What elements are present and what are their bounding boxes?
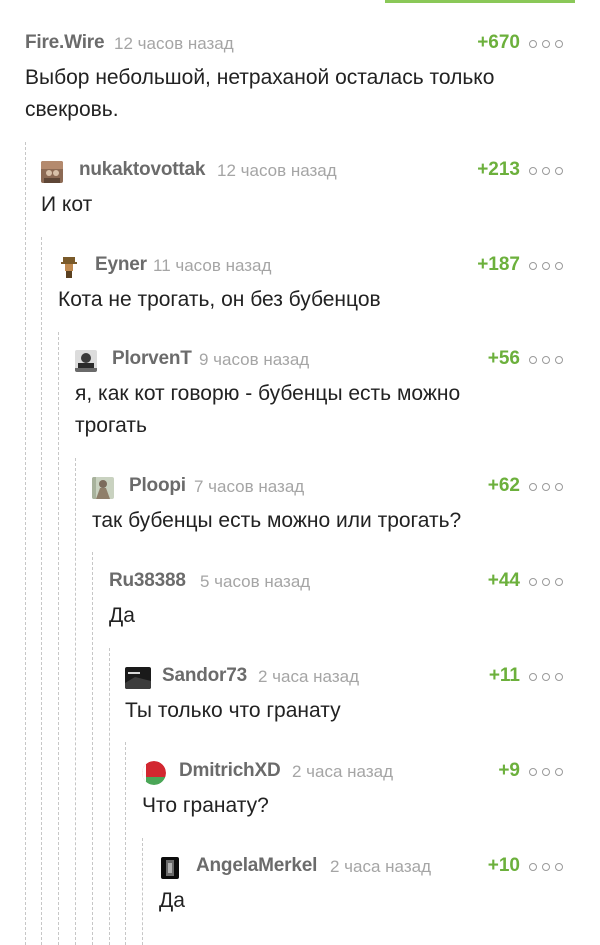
belarus-flag-icon: [142, 761, 166, 785]
author-name[interactable]: DmitrichXD: [179, 760, 281, 782]
comment: nukaktovottak 12 часов назад +213 И кот: [0, 159, 600, 229]
author-name[interactable]: Ru38388: [109, 570, 186, 592]
comment-text: Ты только что гранату: [125, 699, 341, 722]
comment-time[interactable]: 11 часов назад: [153, 256, 271, 276]
avatar[interactable]: [161, 857, 179, 879]
comment-rating: +56: [487, 348, 520, 369]
comment-rating: +62: [487, 475, 520, 496]
comment: AngelaMerkel 2 часа назад +10 Да: [0, 855, 600, 925]
avatar-image: [58, 256, 80, 278]
more-options-icon[interactable]: [529, 578, 563, 588]
comment-rating: +10: [487, 855, 520, 876]
active-tab-indicator: [385, 0, 575, 3]
comment-time[interactable]: 12 часов назад: [114, 34, 234, 54]
avatar[interactable]: [92, 477, 114, 499]
comment-text: Кота не трогать, он без бубенцов: [58, 288, 381, 311]
comment-rating: +11: [488, 665, 520, 686]
comment-time[interactable]: 9 часов назад: [199, 350, 309, 370]
comment-text: Да: [159, 889, 185, 912]
comment-header: Sandor73 2 часа назад +11: [0, 665, 600, 691]
comment: Fire.Wire 12 часов назад +670 Выбор небо…: [0, 32, 600, 132]
comment: Ru38388 5 часов назад +44 Да: [0, 570, 600, 640]
comment-text: Что гранату?: [142, 794, 269, 817]
comment-rating: +44: [487, 570, 520, 591]
comment-header: Eyner 11 часов назад +187: [0, 254, 600, 280]
avatar[interactable]: [41, 161, 63, 183]
comment-text: я, как кот говорю - бубенцы есть можно т…: [75, 382, 461, 437]
author-name[interactable]: PlorvenT: [112, 348, 192, 370]
avatar[interactable]: [142, 761, 166, 785]
author-name[interactable]: Eyner: [95, 254, 147, 276]
avatar[interactable]: [125, 667, 151, 689]
avatar[interactable]: [75, 350, 97, 372]
comment-rating: +187: [477, 254, 520, 275]
more-options-icon[interactable]: [529, 356, 563, 366]
comment-header: Ploopi 7 часов назад +62: [0, 475, 600, 501]
comment-time[interactable]: 2 часа назад: [258, 667, 359, 687]
avatar-image: [161, 857, 179, 879]
comment-time[interactable]: 12 часов назад: [217, 161, 337, 181]
author-name[interactable]: Ploopi: [129, 475, 186, 497]
more-options-icon[interactable]: [529, 40, 563, 50]
comment-header: Fire.Wire 12 часов назад +670: [0, 32, 600, 58]
avatar-image: [41, 161, 63, 183]
author-name[interactable]: nukaktovottak: [79, 159, 205, 181]
comment: Sandor73 2 часа назад +11 Ты только что …: [0, 665, 600, 735]
author-name[interactable]: Fire.Wire: [25, 32, 105, 54]
comment-header: AngelaMerkel 2 часа назад +10: [0, 855, 600, 881]
more-options-icon[interactable]: [529, 262, 563, 272]
comment-text: Да: [109, 604, 135, 627]
comment-rating: +9: [498, 760, 520, 781]
comment-time[interactable]: 5 часов назад: [200, 572, 310, 592]
comment-rating: +213: [477, 159, 520, 180]
comment-time[interactable]: 2 часа назад: [292, 762, 393, 782]
avatar-image: [125, 667, 151, 689]
more-options-icon[interactable]: [529, 167, 563, 177]
comment-text: так бубенцы есть можно или трогать?: [92, 509, 462, 532]
author-name[interactable]: Sandor73: [162, 665, 247, 687]
avatar-image: [92, 477, 114, 499]
comment-text: И кот: [41, 193, 93, 216]
avatar-image: [75, 350, 97, 372]
comment: Ploopi 7 часов назад +62 так бубенцы ест…: [0, 475, 600, 545]
comment-text: Выбор небольшой, нетраханой осталась тол…: [25, 66, 495, 121]
more-options-icon[interactable]: [529, 768, 563, 778]
comment: DmitrichXD 2 часа назад +9 Что гранату?: [0, 760, 600, 830]
comment-header: nukaktovottak 12 часов назад +213: [0, 159, 600, 185]
more-options-icon[interactable]: [529, 673, 563, 683]
comment-header: DmitrichXD 2 часа назад +9: [0, 760, 600, 786]
comment-header: Ru38388 5 часов назад +44: [0, 570, 600, 596]
more-options-icon[interactable]: [529, 483, 563, 493]
avatar[interactable]: [58, 256, 80, 278]
comment: PlorvenT 9 часов назад +56 я, как кот го…: [0, 348, 600, 448]
more-options-icon[interactable]: [529, 863, 563, 873]
comment-time[interactable]: 7 часов назад: [194, 477, 304, 497]
comment-header: PlorvenT 9 часов назад +56: [0, 348, 600, 374]
comment-rating: +670: [477, 32, 520, 53]
author-name[interactable]: AngelaMerkel: [196, 855, 317, 877]
comment-time[interactable]: 2 часа назад: [330, 857, 431, 877]
comment: Eyner 11 часов назад +187 Кота не трогат…: [0, 254, 600, 324]
